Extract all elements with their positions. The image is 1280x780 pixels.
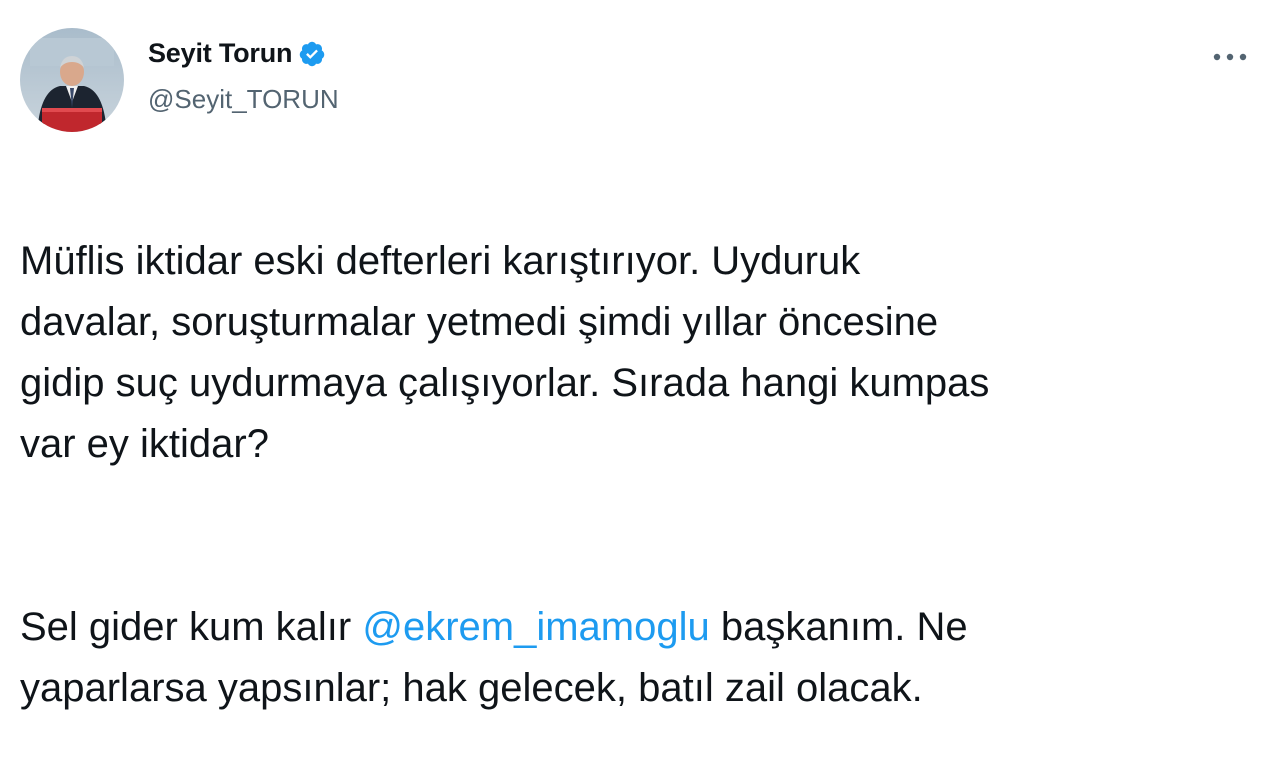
mention-link[interactable]: @ekrem_imamoglu xyxy=(362,605,709,649)
tweet-paragraph-1: Müflis iktidar eski defterleri karıştırı… xyxy=(20,239,990,466)
author-handle[interactable]: @Seyit_TORUN xyxy=(148,84,339,115)
more-options-icon xyxy=(1213,48,1247,66)
tweet-text: Müflis iktidar eski defterleri karıştırı… xyxy=(20,170,1260,780)
tweet-paragraph-2: Sel gider kum kalır @ekrem_imamoglu başk… xyxy=(20,597,1260,719)
tweet-card: Seyit Torun @Seyit_TORUN Müflis iktidar … xyxy=(0,0,1280,710)
avatar[interactable] xyxy=(20,28,124,132)
verified-badge-icon xyxy=(298,40,326,68)
author-name-row[interactable]: Seyit Torun xyxy=(148,38,326,69)
tweet-paragraph-2-start: Sel gider kum kalır xyxy=(20,605,363,649)
more-options-button[interactable] xyxy=(1204,38,1256,76)
display-name[interactable]: Seyit Torun xyxy=(148,38,293,69)
